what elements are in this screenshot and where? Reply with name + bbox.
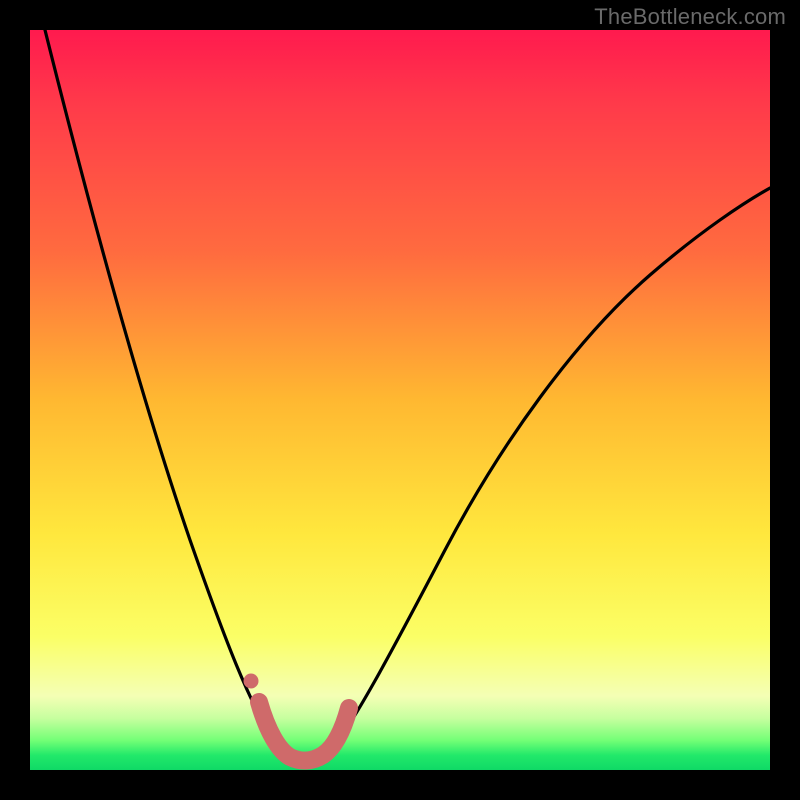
chart-frame: TheBottleneck.com (0, 0, 800, 800)
minimum-marker-dot (244, 674, 259, 689)
watermark-text: TheBottleneck.com (594, 4, 786, 30)
chart-svg (30, 30, 770, 770)
chart-plot-area (30, 30, 770, 770)
minimum-marker (259, 702, 349, 761)
bottleneck-curve (45, 30, 770, 766)
